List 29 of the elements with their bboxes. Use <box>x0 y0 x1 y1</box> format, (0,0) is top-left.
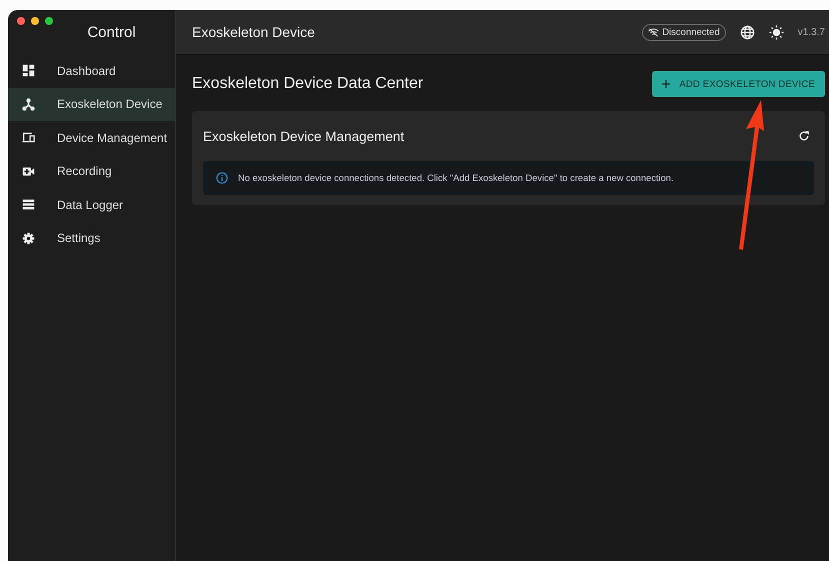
close-button[interactable] <box>17 17 25 25</box>
sidebar-item[interactable]: Recording <box>8 154 175 188</box>
sidebar-item[interactable]: Device Management <box>8 121 175 154</box>
wifi-off-icon <box>648 28 660 36</box>
dashboard-icon <box>22 64 35 78</box>
list-icon <box>22 198 35 212</box>
connection-status: Disconnected <box>642 24 726 40</box>
sidebar-item[interactable]: Dashboard <box>8 54 175 88</box>
window-title: Control <box>87 24 136 40</box>
page-heading: Exoskeleton Device Data Center <box>192 75 424 93</box>
sidebar-item[interactable]: Settings <box>8 222 175 255</box>
info-icon <box>216 172 228 184</box>
settings-icon <box>22 232 35 245</box>
zoom-button[interactable] <box>45 17 53 25</box>
globe-icon[interactable] <box>740 24 755 40</box>
sidebar-item[interactable]: Exoskeleton Device <box>8 88 175 121</box>
card-title: Exoskeleton Device Management <box>203 128 404 144</box>
version-label: v1.3.7 <box>798 26 825 38</box>
camera-icon <box>22 164 35 178</box>
branch-icon <box>22 98 35 111</box>
page-title: Exoskeleton Device <box>192 24 315 40</box>
minimize-button[interactable] <box>31 17 39 25</box>
sidebar-item[interactable]: Data Logger <box>8 188 175 222</box>
sun-icon[interactable] <box>768 24 784 40</box>
plus-icon <box>662 80 670 88</box>
add-device-button[interactable]: ADD EXOSKELETON DEVICE <box>652 71 825 97</box>
alert-message: No exoskeleton device connections detected. Click "Add Exoskeleton Device" to create a new connection. <box>238 173 674 183</box>
refresh-icon[interactable] <box>798 130 810 142</box>
devices-icon <box>22 131 35 144</box>
